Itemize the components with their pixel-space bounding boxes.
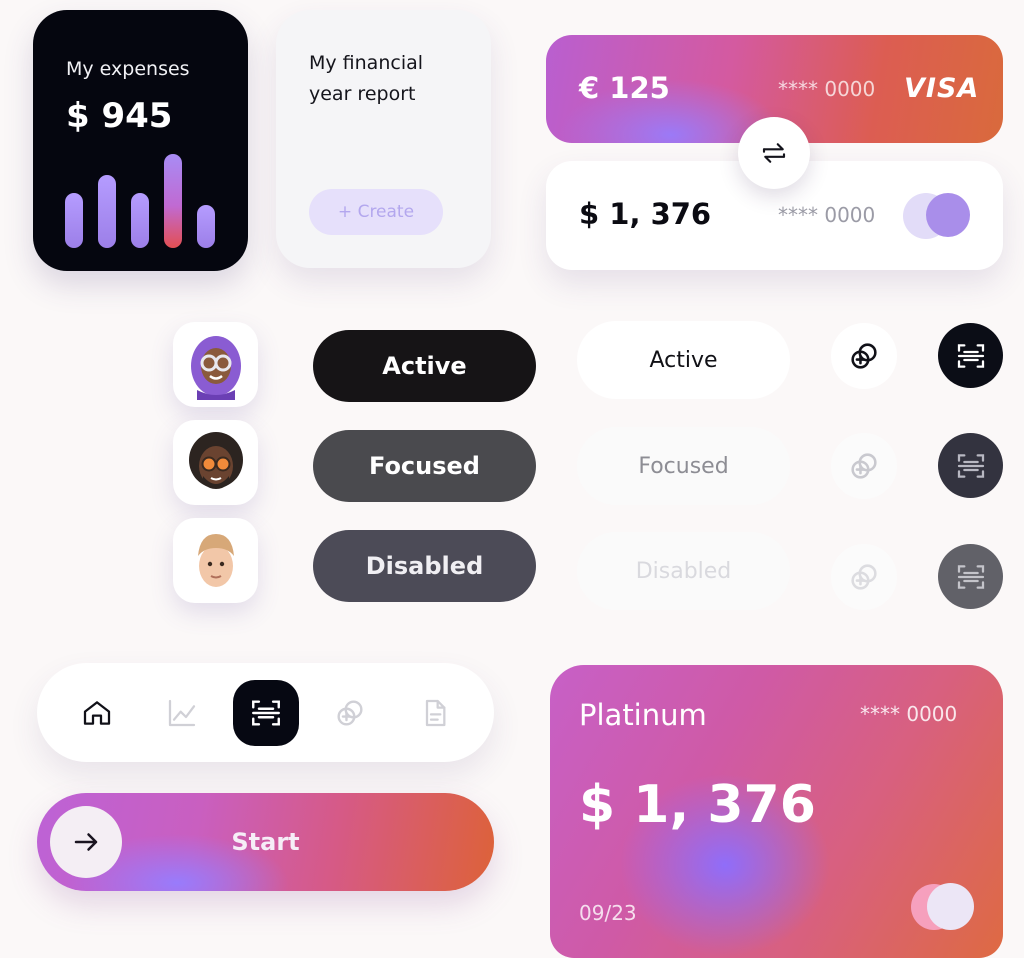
- avatar-3[interactable]: [173, 518, 258, 603]
- start-slider[interactable]: Start: [37, 793, 494, 891]
- chart-icon: [168, 699, 196, 727]
- avatar-blond-icon: [197, 533, 234, 587]
- platinum-card-amount: $ 1, 376: [579, 775, 816, 835]
- link-button-focused[interactable]: [831, 433, 897, 499]
- tab-document[interactable]: [402, 680, 468, 746]
- scan-icon: [957, 343, 984, 368]
- start-slider-handle[interactable]: [50, 806, 122, 878]
- avatar-dreadlocks-icon: [188, 431, 243, 489]
- euro-card-number: **** 0000: [778, 77, 876, 101]
- avatar-2[interactable]: [173, 420, 258, 505]
- link-button-active[interactable]: [831, 323, 897, 389]
- expense-bar: [131, 193, 149, 248]
- active-button[interactable]: Active: [313, 330, 536, 402]
- platinum-card-expiry: 09/23: [579, 901, 637, 925]
- expenses-amount: $ 945: [66, 96, 173, 136]
- expenses-label: My expenses: [66, 58, 190, 80]
- report-card[interactable]: My financial year report + Create: [276, 10, 491, 268]
- focused-light-button[interactable]: Focused: [577, 427, 790, 505]
- expense-bar: [197, 205, 215, 248]
- create-button[interactable]: + Create: [309, 189, 443, 235]
- avatar-1[interactable]: [173, 322, 258, 407]
- platinum-card[interactable]: Platinum **** 0000 $ 1, 376 09/23: [550, 665, 1003, 958]
- avatar-hijab-icon: [190, 335, 241, 400]
- scan-icon: [252, 700, 280, 726]
- report-title: My financial year report: [309, 52, 424, 105]
- link-button-disabled[interactable]: [831, 544, 897, 610]
- focused-button[interactable]: Focused: [313, 430, 536, 502]
- card-logo-circle-front: [927, 883, 974, 930]
- link-icon: [337, 700, 363, 726]
- scan-icon: [957, 564, 984, 589]
- link-icon: [851, 343, 877, 369]
- expenses-mini-chart: [65, 154, 215, 248]
- link-icon: [851, 564, 877, 590]
- scan-button-active[interactable]: [938, 323, 1003, 388]
- tab-home[interactable]: [64, 680, 130, 746]
- link-icon: [851, 453, 877, 479]
- platinum-card-name: Platinum: [579, 698, 707, 732]
- scan-button-disabled[interactable]: [938, 544, 1003, 609]
- expenses-card[interactable]: My expenses $ 945: [33, 10, 248, 271]
- platinum-card-number: **** 0000: [860, 702, 958, 726]
- disabled-light-button[interactable]: Disabled: [577, 532, 790, 610]
- visa-logo: VISA: [904, 73, 980, 104]
- scan-button-focused[interactable]: [938, 433, 1003, 498]
- usd-card-amount: $ 1, 376: [579, 197, 712, 231]
- disabled-button[interactable]: Disabled: [313, 530, 536, 602]
- bottom-tab-bar: [37, 663, 494, 762]
- tab-scan[interactable]: [233, 680, 299, 746]
- swap-cards-button[interactable]: [738, 117, 810, 189]
- home-icon: [83, 701, 111, 725]
- usd-card-number: **** 0000: [778, 203, 876, 227]
- expense-bar: [65, 193, 83, 248]
- expense-bar: [164, 154, 182, 248]
- scan-icon: [957, 453, 984, 478]
- expense-bar: [98, 175, 116, 248]
- swap-arrows-icon: [762, 143, 786, 163]
- card-logo-circle-front: [926, 193, 970, 237]
- arrow-right-icon: [74, 833, 98, 851]
- tab-chart[interactable]: [149, 680, 215, 746]
- euro-card-amount: € 125: [579, 71, 670, 105]
- tab-link[interactable]: [317, 680, 383, 746]
- document-icon: [425, 699, 446, 727]
- active-light-button[interactable]: Active: [577, 321, 790, 399]
